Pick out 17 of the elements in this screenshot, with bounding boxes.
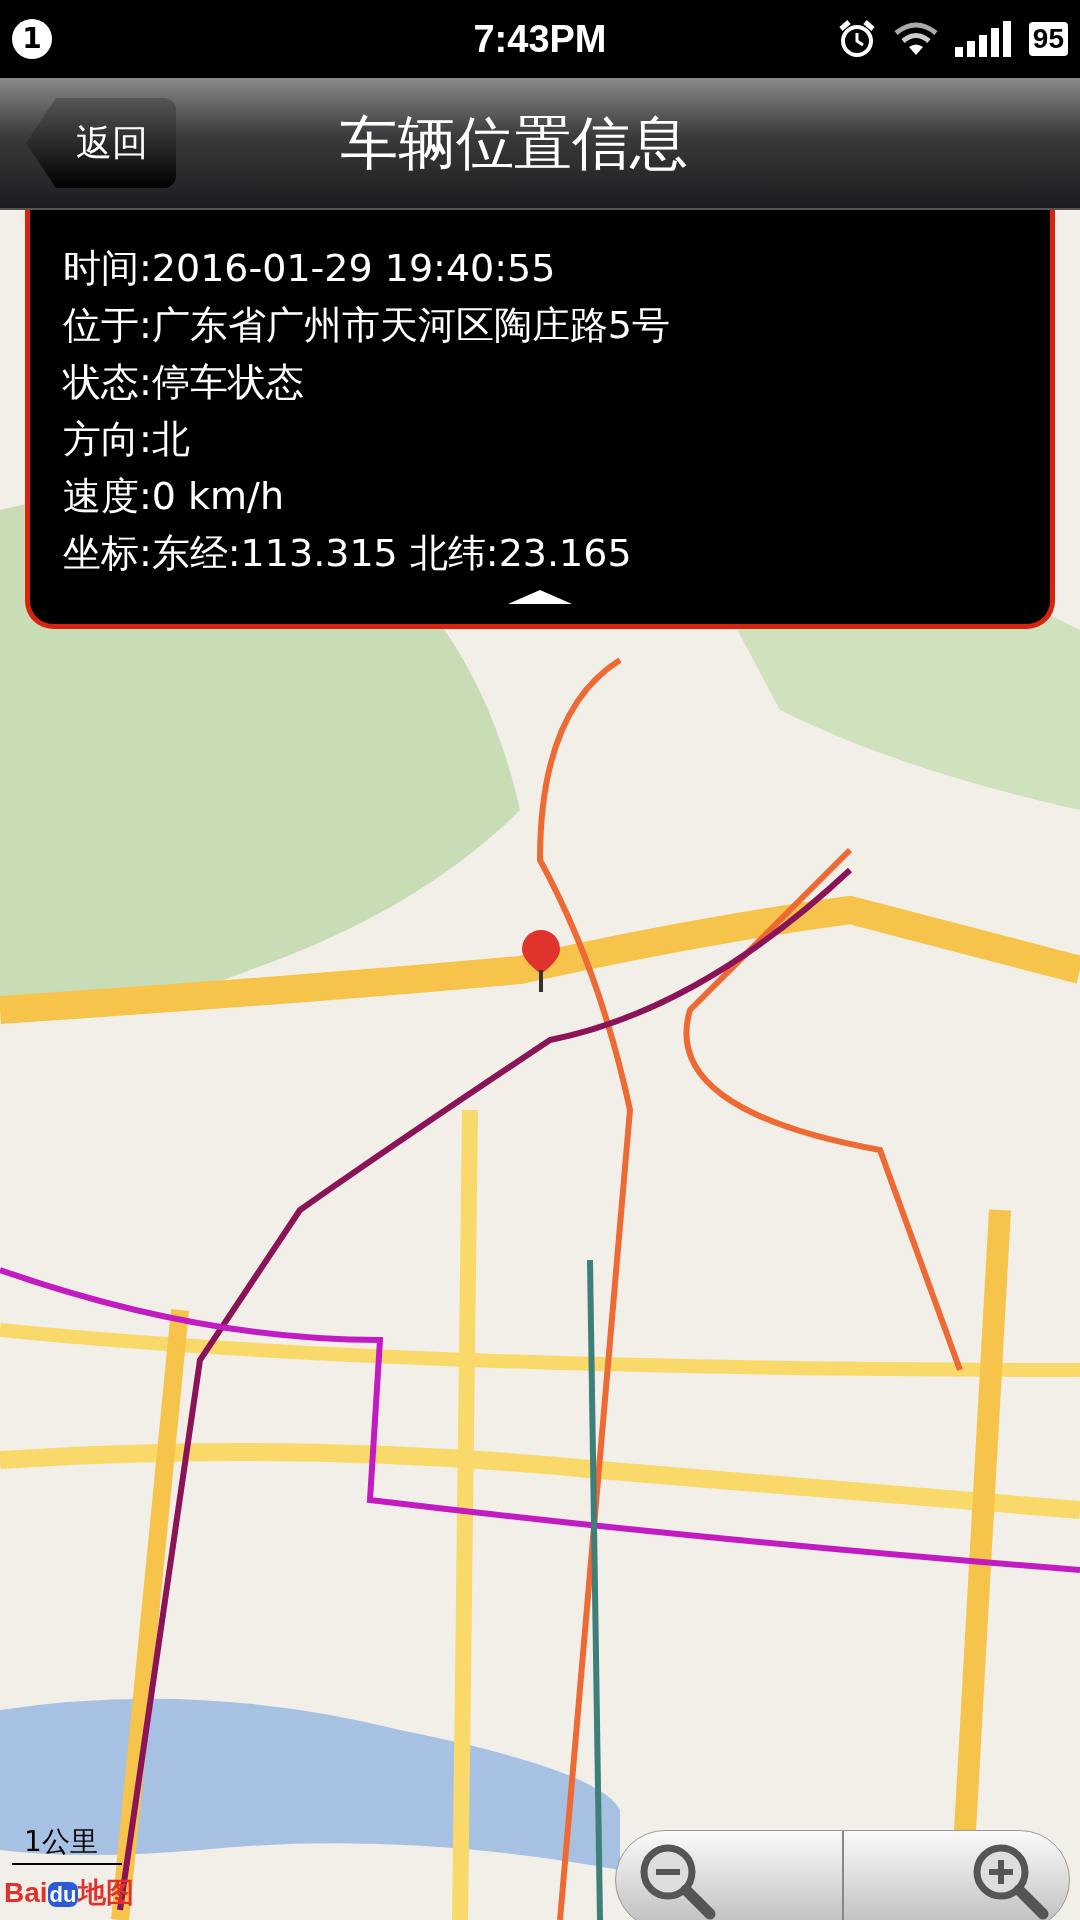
- info-line: 方向:北: [63, 416, 191, 463]
- info-line: 位于:广东省广州市天河区陶庄路5号: [63, 302, 671, 349]
- page-title: 车辆位置信息: [340, 107, 688, 179]
- scale-label: 1公里: [12, 1821, 122, 1865]
- info-line: 坐标:东经:113.315 北纬:23.165: [63, 530, 633, 577]
- info-line: 速度:0 km/h: [63, 473, 285, 520]
- info-line: 状态:停车状态: [63, 359, 305, 406]
- wifi-icon: [892, 21, 939, 57]
- notification-badge: 1: [12, 19, 52, 59]
- map-logo: Baidu地图: [4, 1876, 135, 1910]
- battery-indicator: 95: [1028, 22, 1068, 56]
- status-time: 7:43PM: [473, 16, 607, 62]
- caret-up-icon[interactable]: [508, 590, 572, 604]
- back-button[interactable]: 返回: [26, 98, 176, 188]
- location-pin-icon: [522, 930, 560, 992]
- signal-bars-icon: [954, 21, 1013, 57]
- info-line: 时间:2016-01-29 19:40:55: [63, 245, 557, 292]
